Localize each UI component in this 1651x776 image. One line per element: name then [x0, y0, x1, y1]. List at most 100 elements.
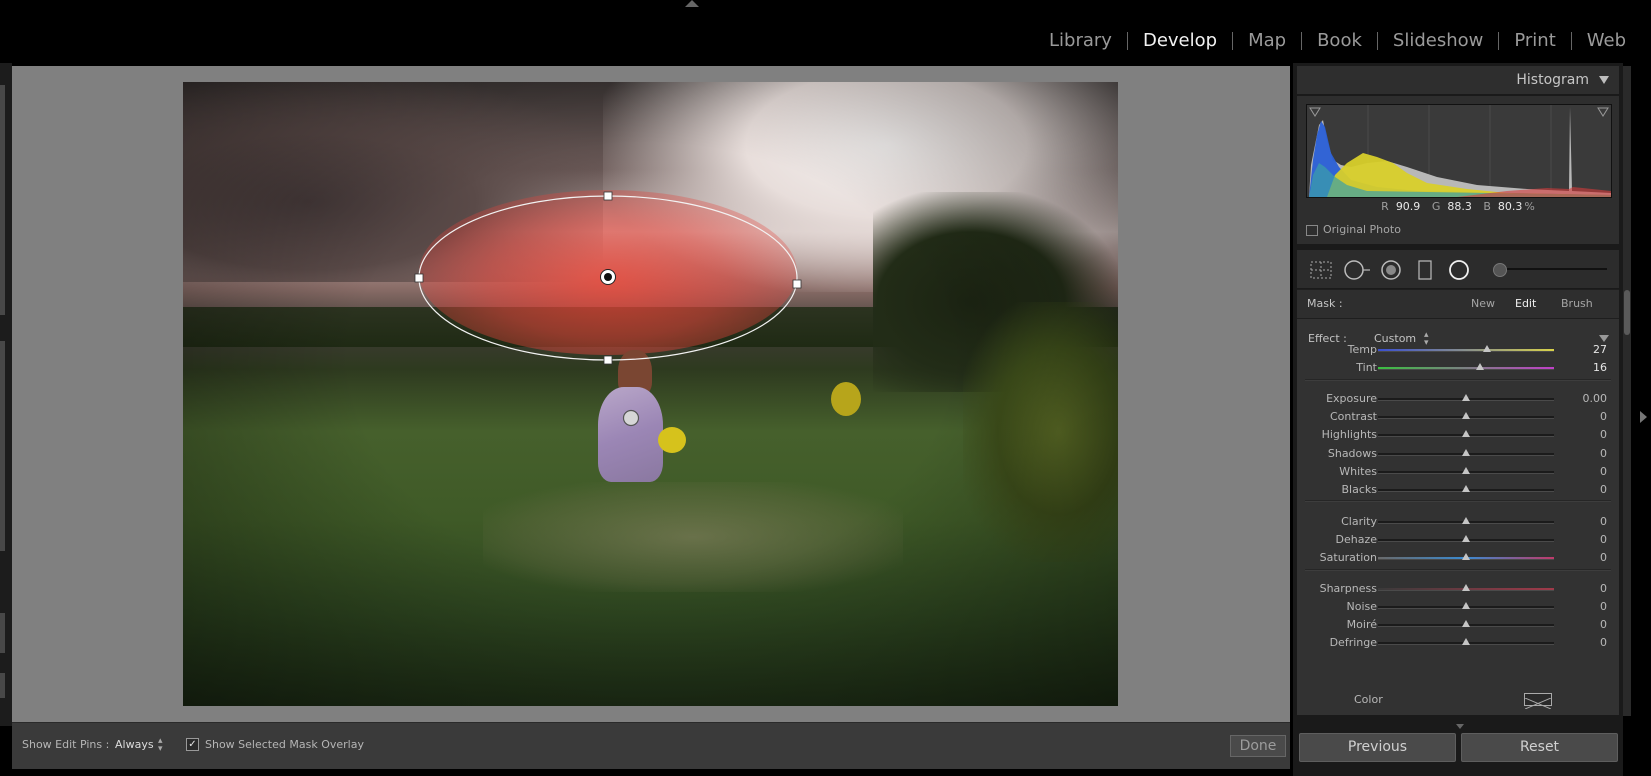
- slider-blacks[interactable]: Blacks 0: [1297, 481, 1619, 499]
- slider-knob[interactable]: [1462, 553, 1470, 560]
- histogram-graph[interactable]: [1306, 104, 1612, 198]
- radial-handle-left[interactable]: [414, 273, 424, 283]
- slider-value[interactable]: 0: [1600, 410, 1607, 423]
- slider-knob[interactable]: [1462, 485, 1470, 492]
- slider-sharpness[interactable]: Sharpness 0: [1297, 580, 1619, 598]
- mask-edit-button[interactable]: Edit: [1515, 297, 1536, 310]
- slider-label: Blacks: [1341, 483, 1378, 496]
- slider-label: Whites: [1339, 465, 1377, 478]
- slider-shadows[interactable]: Shadows 0: [1297, 445, 1619, 463]
- slider-value[interactable]: 0: [1600, 600, 1607, 613]
- slider-tint[interactable]: Tint 16: [1297, 359, 1619, 377]
- right-panel-toggle-icon[interactable]: [1640, 411, 1647, 423]
- mask-brush-button[interactable]: Brush: [1561, 297, 1593, 310]
- show-mask-overlay-label[interactable]: Show Selected Mask Overlay: [205, 738, 364, 751]
- slider-value[interactable]: 0: [1600, 483, 1607, 496]
- slider-label: Tint: [1356, 361, 1377, 374]
- reset-button[interactable]: Reset: [1461, 733, 1618, 762]
- module-develop[interactable]: Develop: [1128, 29, 1232, 53]
- original-photo-label[interactable]: Original Photo: [1323, 223, 1401, 236]
- color-swatch[interactable]: [1524, 693, 1552, 710]
- edit-pin-icon[interactable]: [622, 409, 640, 427]
- module-slideshow[interactable]: Slideshow: [1378, 29, 1498, 53]
- slider-value[interactable]: 27: [1593, 343, 1607, 356]
- done-button[interactable]: Done: [1230, 735, 1286, 757]
- bottom-toolbar: Show Edit Pins : Always ▴ ▾ ✓ Show Select…: [12, 722, 1290, 769]
- radial-filter-icon[interactable]: [1447, 259, 1471, 281]
- slider-value[interactable]: 0: [1600, 515, 1607, 528]
- slider-knob[interactable]: [1462, 535, 1470, 542]
- slider-value[interactable]: 0.00: [1583, 392, 1608, 405]
- slider-value[interactable]: 0: [1600, 533, 1607, 546]
- brush-size-track[interactable]: [1497, 268, 1607, 270]
- mask-new-button[interactable]: New: [1471, 297, 1495, 310]
- slider-moire[interactable]: Moiré 0: [1297, 616, 1619, 634]
- slider-exposure[interactable]: Exposure 0.00: [1297, 390, 1619, 408]
- show-edit-pins-select[interactable]: Always: [115, 738, 154, 751]
- slider-whites[interactable]: Whites 0: [1297, 463, 1619, 481]
- slider-knob[interactable]: [1462, 449, 1470, 456]
- slider-label: Highlights: [1321, 428, 1377, 441]
- bottom-panel-toggle-icon[interactable]: [1456, 724, 1464, 729]
- red-eye-icon[interactable]: [1379, 259, 1403, 281]
- slider-clarity[interactable]: Clarity 0: [1297, 513, 1619, 531]
- slider-knob[interactable]: [1462, 467, 1470, 474]
- histogram-rgb-readout: R 90.9 G 88.3 B 80.3%: [1381, 200, 1535, 213]
- module-list: Library Develop Map Book Slideshow Print…: [1034, 29, 1641, 53]
- slider-defringe[interactable]: Defringe 0: [1297, 634, 1619, 652]
- slider-knob[interactable]: [1462, 430, 1470, 437]
- slider-knob[interactable]: [1462, 412, 1470, 419]
- slider-value[interactable]: 0: [1600, 582, 1607, 595]
- top-panel-toggle-icon[interactable]: [685, 0, 699, 7]
- slider-value[interactable]: 0: [1600, 447, 1607, 460]
- module-web[interactable]: Web: [1572, 29, 1641, 53]
- right-panel-scrollbar[interactable]: [1623, 66, 1631, 716]
- slider-knob[interactable]: [1462, 584, 1470, 591]
- graduated-filter-icon[interactable]: [1415, 259, 1435, 281]
- slider-knob[interactable]: [1483, 345, 1492, 352]
- crop-overlay-icon[interactable]: [1309, 259, 1333, 281]
- original-photo-checkbox[interactable]: [1306, 225, 1318, 236]
- radial-handle-top[interactable]: [603, 191, 613, 201]
- slider-highlights[interactable]: Highlights 0: [1297, 426, 1619, 444]
- radial-handle-bottom[interactable]: [603, 355, 613, 365]
- radial-filter-overlay[interactable]: [183, 82, 1118, 706]
- slider-value[interactable]: 0: [1600, 618, 1607, 631]
- slider-saturation[interactable]: Saturation 0: [1297, 549, 1619, 567]
- slider-contrast[interactable]: Contrast 0: [1297, 408, 1619, 426]
- slider-value[interactable]: 16: [1593, 361, 1607, 374]
- updown-arrows-icon[interactable]: ▴ ▾: [158, 737, 163, 754]
- slider-knob[interactable]: [1462, 394, 1470, 401]
- slider-noise[interactable]: Noise 0: [1297, 598, 1619, 616]
- histogram-header[interactable]: Histogram: [1297, 66, 1619, 94]
- slider-track[interactable]: [1378, 367, 1554, 370]
- collapse-triangle-icon[interactable]: [1599, 76, 1609, 84]
- adjustment-panel: Effect : Custom ▴ ▾ Temp 27 Tint 16 Exposure 0…: [1297, 319, 1619, 715]
- right-panel-scrollbar-thumb[interactable]: [1624, 290, 1630, 335]
- slider-value[interactable]: 0: [1600, 465, 1607, 478]
- radial-handle-right[interactable]: [792, 279, 802, 289]
- brush-size-knob[interactable]: [1493, 263, 1507, 277]
- slider-label: Clarity: [1341, 515, 1377, 528]
- slider-knob[interactable]: [1462, 620, 1470, 627]
- module-picker-bar: Library Develop Map Book Slideshow Print…: [0, 0, 1651, 63]
- spot-removal-icon[interactable]: [1343, 259, 1373, 281]
- show-mask-overlay-checkbox[interactable]: ✓: [186, 738, 199, 751]
- slider-knob[interactable]: [1462, 602, 1470, 609]
- left-panel-collapsed[interactable]: [0, 63, 12, 726]
- previous-button[interactable]: Previous: [1299, 733, 1456, 762]
- slider-track[interactable]: [1378, 349, 1554, 352]
- slider-knob[interactable]: [1462, 517, 1470, 524]
- module-map[interactable]: Map: [1233, 29, 1301, 53]
- slider-value[interactable]: 0: [1600, 636, 1607, 649]
- slider-dehaze[interactable]: Dehaze 0: [1297, 531, 1619, 549]
- module-book[interactable]: Book: [1302, 29, 1377, 53]
- module-print[interactable]: Print: [1499, 29, 1570, 53]
- slider-knob[interactable]: [1462, 638, 1470, 645]
- slider-value[interactable]: 0: [1600, 551, 1607, 564]
- slider-temp[interactable]: Temp 27: [1297, 341, 1619, 359]
- slider-value[interactable]: 0: [1600, 428, 1607, 441]
- slider-label: Contrast: [1329, 410, 1377, 423]
- slider-knob[interactable]: [1476, 363, 1485, 370]
- module-library[interactable]: Library: [1034, 29, 1127, 53]
